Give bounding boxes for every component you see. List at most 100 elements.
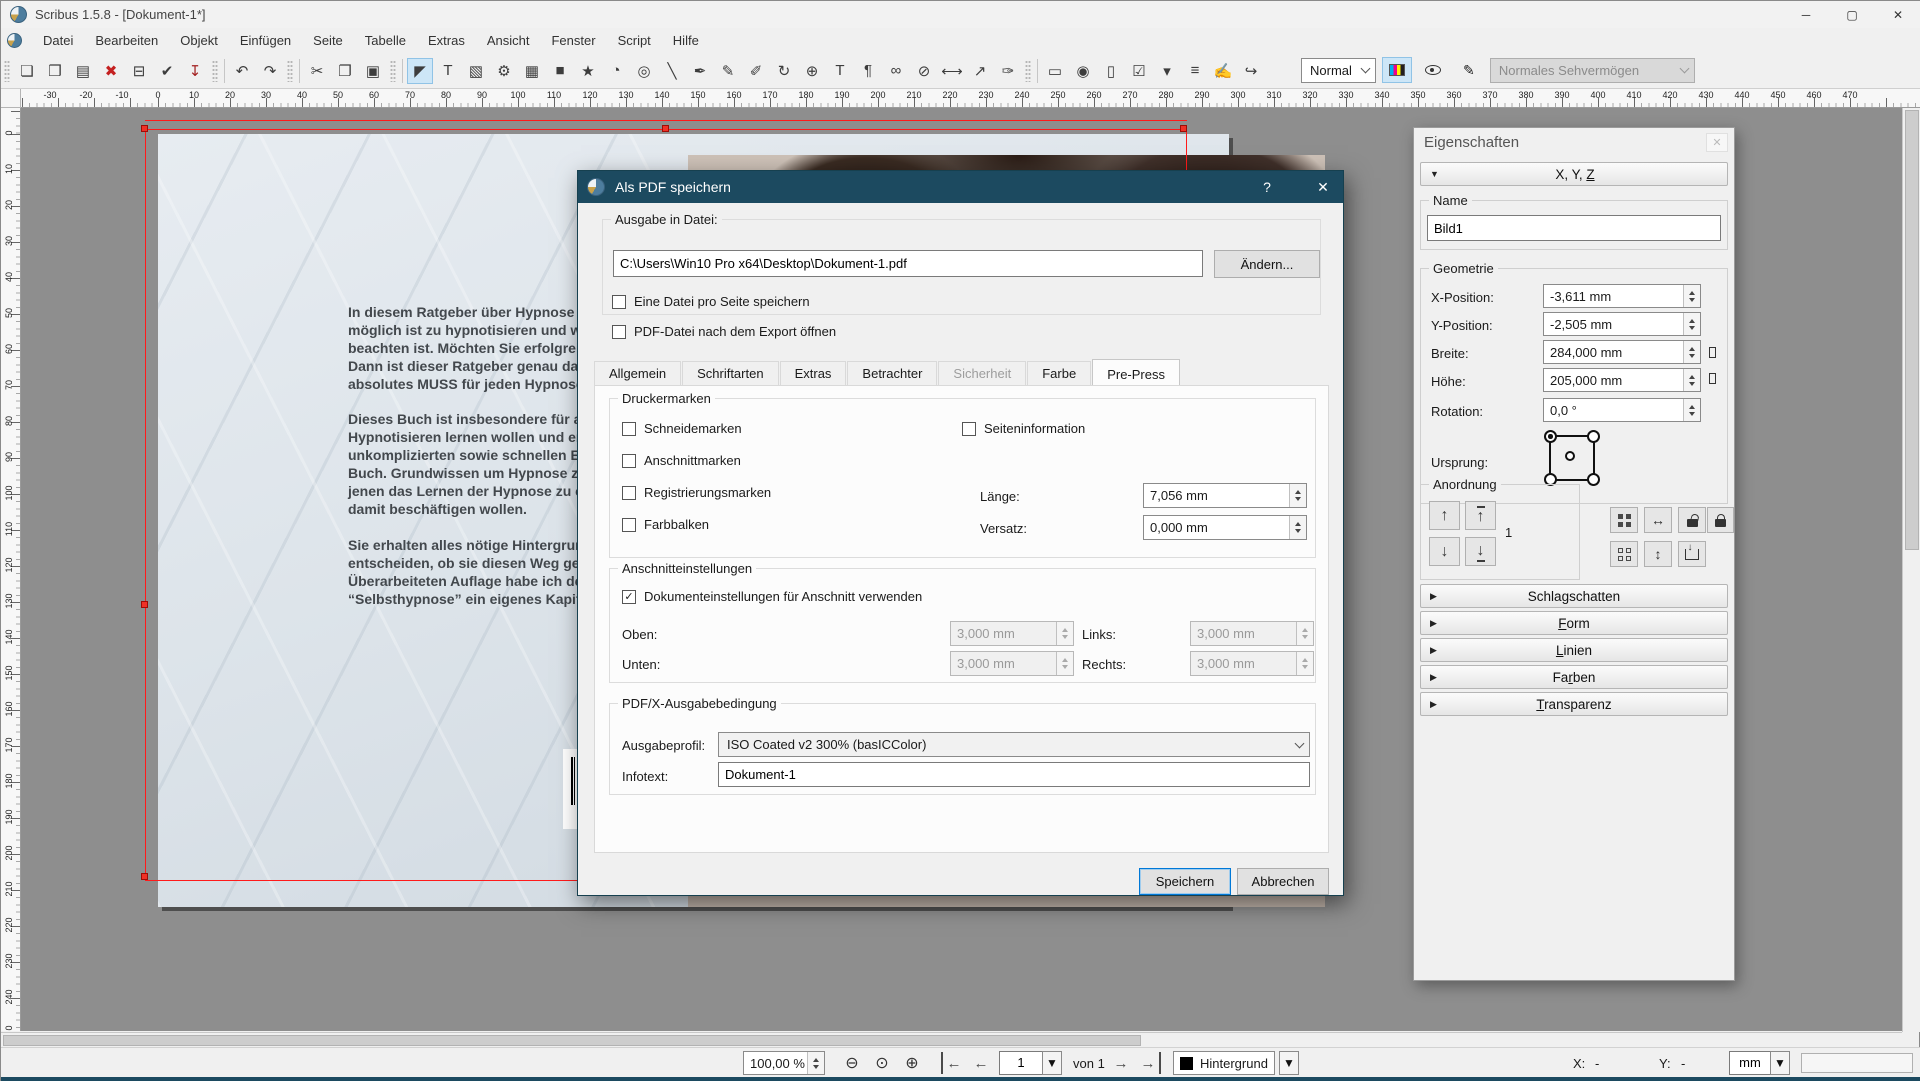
crop-marks-checkbox[interactable] (622, 422, 636, 436)
lock-size-button[interactable] (1707, 507, 1734, 533)
link-size-chain-icon[interactable] (1709, 347, 1716, 358)
preflight-verifier-button[interactable]: ✔ (154, 58, 180, 84)
insert-image-frame-button[interactable]: ▧ (463, 58, 489, 84)
frame-handle-top-right[interactable] (1180, 125, 1187, 132)
one-file-per-page-row[interactable]: Eine Datei pro Seite speichern (612, 294, 810, 309)
spin-arrows-icon[interactable] (1289, 516, 1306, 539)
crop-marks-row[interactable]: Schneidemarken (622, 421, 742, 436)
section-schlagschatten[interactable]: ▶Schlagschatten (1420, 584, 1728, 608)
pdf-radio-button-button[interactable]: ◉ (1070, 58, 1096, 84)
unit-combo[interactable]: mm (1729, 1051, 1771, 1075)
x-position-spinbox[interactable]: -3,611 mm (1543, 284, 1701, 308)
tab-extras[interactable]: Extras (780, 361, 847, 386)
select-item-button[interactable]: ◤ (407, 58, 433, 84)
lock-object-button[interactable] (1678, 507, 1706, 533)
minimize-button[interactable]: ─ (1783, 1, 1829, 28)
basepoint-top-left[interactable] (1544, 430, 1557, 443)
vertical-ruler[interactable]: 0102030405060708090100110120130140150160… (1, 108, 21, 1031)
undo-button[interactable]: ↶ (229, 58, 255, 84)
basepoint-bottom-right[interactable] (1587, 473, 1600, 486)
vertical-scrollbar[interactable] (1902, 108, 1920, 1032)
xyz-section-header[interactable]: ▼ X, Y, Z (1420, 162, 1728, 186)
length-spinbox[interactable]: 7,056 mm (1143, 483, 1307, 508)
insert-arc-button[interactable]: ◔ (603, 58, 629, 84)
section-form[interactable]: ▶Form (1420, 611, 1728, 635)
offset-spinbox[interactable]: 0,000 mm (1143, 515, 1307, 540)
use-doc-bleeds-row[interactable]: ✓ Dokumenteinstellungen für Anschnitt ve… (622, 589, 922, 604)
page-number-dropdown-button[interactable]: ▼ (1042, 1051, 1062, 1075)
menu-bearbeiten[interactable]: Bearbeiten (84, 30, 169, 51)
menu-ansicht[interactable]: Ansicht (476, 30, 541, 51)
width-spinbox[interactable]: 284,000 mm (1543, 340, 1701, 364)
measurements-button[interactable]: ⟷ (939, 58, 965, 84)
insert-bezier-curve-button[interactable]: ✒ (687, 58, 713, 84)
next-page-button[interactable]: → (1109, 1052, 1133, 1074)
height-spinbox[interactable]: 205,000 mm (1543, 368, 1701, 392)
copy-button[interactable]: ❐ (332, 58, 358, 84)
y-position-spinbox[interactable]: -2,505 mm (1543, 312, 1701, 336)
bleed-right-spinbox[interactable]: 3,000 mm (1190, 651, 1314, 676)
bleed-top-spinbox[interactable]: 3,000 mm (950, 621, 1074, 646)
unit-dropdown-button[interactable]: ▼ (1770, 1051, 1790, 1075)
group-objects-button[interactable] (1610, 507, 1638, 533)
color-bars-row[interactable]: Farbbalken (622, 517, 709, 532)
horizontal-scrollbar-thumb[interactable] (3, 1035, 1141, 1046)
previous-page-button[interactable]: ← (969, 1052, 993, 1074)
pdf-check-box-button[interactable]: ☑ (1126, 58, 1152, 84)
image-effect-combo[interactable]: Normal (1301, 58, 1376, 83)
page-info-row[interactable]: Seiteninformation (962, 421, 1085, 436)
basepoint-widget[interactable] (1549, 435, 1595, 481)
output-path-input[interactable] (613, 250, 1203, 277)
open-after-export-row[interactable]: PDF-Datei nach dem Export öffnen (612, 324, 836, 339)
bleed-marks-checkbox[interactable] (622, 454, 636, 468)
insert-calligraphic-line-button[interactable]: ✐ (743, 58, 769, 84)
registration-marks-checkbox[interactable] (622, 486, 636, 500)
open-after-export-checkbox[interactable] (612, 325, 626, 339)
preview-mode-button[interactable] (1418, 57, 1448, 83)
section-farben[interactable]: ▶Farben (1420, 665, 1728, 689)
spin-arrows-icon[interactable] (1683, 341, 1700, 363)
vision-defect-combo[interactable]: Normales Sehvermögen (1490, 58, 1695, 83)
raise-to-top-button[interactable]: ↑ (1465, 501, 1496, 530)
spin-arrows-icon[interactable] (1683, 285, 1700, 307)
pdf-combo-box-button[interactable]: ▾ (1154, 58, 1180, 84)
file-print-button[interactable]: ⊟ (126, 58, 152, 84)
paste-button[interactable]: ▣ (360, 58, 386, 84)
menu-objekt[interactable]: Objekt (169, 30, 229, 51)
flip-vertical-button[interactable]: ↕ (1644, 541, 1672, 567)
tab-betrachter[interactable]: Betrachter (847, 361, 937, 386)
pdf-text-field-button[interactable]: ▯ (1098, 58, 1124, 84)
spin-arrows-icon[interactable] (807, 1052, 824, 1074)
zoom-100-button[interactable]: ⊙ (869, 1052, 895, 1074)
rotate-item-button[interactable]: ↻ (771, 58, 797, 84)
bleed-left-spinbox[interactable]: 3,000 mm (1190, 621, 1314, 646)
insert-text-frame-button[interactable]: T (435, 58, 461, 84)
file-save-button[interactable]: ▤ (70, 58, 96, 84)
menu-tabelle[interactable]: Tabelle (354, 30, 417, 51)
tab-pre-press[interactable]: Pre-Press (1092, 359, 1180, 387)
unlink-text-frames-button[interactable]: ⊘ (911, 58, 937, 84)
dialog-help-button[interactable]: ? (1250, 171, 1284, 203)
spin-arrows-icon[interactable] (1683, 313, 1700, 335)
spin-arrows-icon[interactable] (1289, 484, 1306, 507)
insert-table-button[interactable]: ▦ (519, 58, 545, 84)
send-to-layer-button[interactable] (1678, 541, 1706, 567)
toolbar-drag-handle[interactable] (287, 60, 293, 82)
properties-close-button[interactable]: ✕ (1706, 133, 1728, 152)
pdf-link-annotation-button[interactable]: ↪ (1238, 58, 1264, 84)
insert-line-button[interactable]: ╲ (659, 58, 685, 84)
edit-contents-button[interactable]: T (827, 58, 853, 84)
export-pdf-button[interactable]: ↧ (182, 58, 208, 84)
eye-dropper-button[interactable]: ✑ (995, 58, 1021, 84)
frame-handle-top-left[interactable] (141, 125, 148, 132)
change-path-button[interactable]: Ändern... (1214, 250, 1320, 278)
tab-farbe[interactable]: Farbe (1027, 361, 1091, 386)
section-linien[interactable]: ▶Linien (1420, 638, 1728, 662)
menu-einfügen[interactable]: Einfügen (229, 30, 302, 51)
horizontal-scrollbar[interactable] (1, 1032, 1902, 1047)
spin-arrows-icon[interactable] (1683, 369, 1700, 391)
zoom-in-button[interactable]: ⊕ (899, 1052, 925, 1074)
basepoint-center[interactable] (1565, 451, 1575, 461)
layer-dropdown-button[interactable]: ▼ (1279, 1051, 1299, 1075)
close-button[interactable]: ✕ (1875, 1, 1920, 28)
